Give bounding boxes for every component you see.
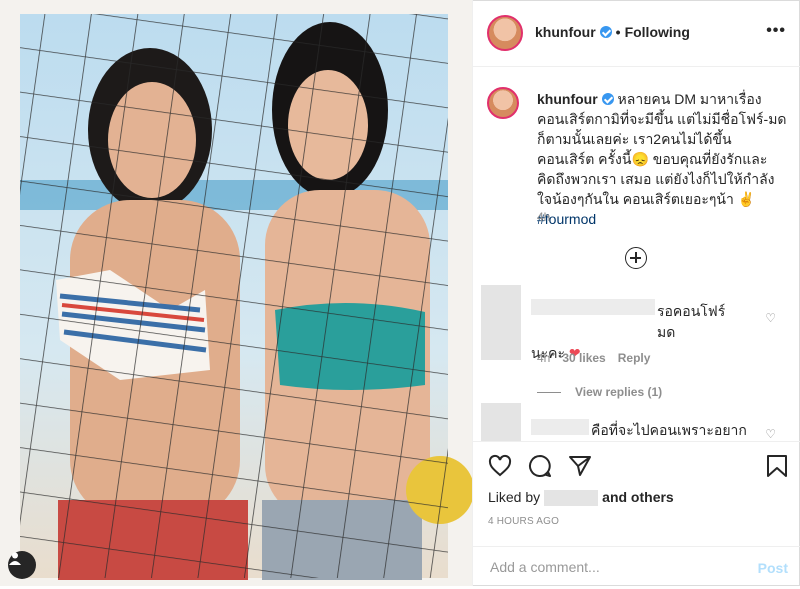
comment-avatar-blurred[interactable] — [481, 403, 521, 441]
following-button[interactable]: Following — [625, 24, 690, 40]
view-replies-label: View replies (1) — [575, 385, 663, 399]
caption-avatar[interactable] — [487, 87, 519, 119]
like-comment-icon[interactable]: ♡ — [765, 311, 776, 325]
photo-illustration — [20, 14, 472, 580]
post-panel: khunfour • Following ••• khunfour หลายคน D… — [472, 0, 800, 586]
comment-time[interactable]: 4h — [537, 351, 550, 365]
username-link[interactable]: khunfour — [535, 24, 596, 40]
liked-by-user-blurred[interactable] — [544, 490, 599, 507]
comment-line-1: รอคอนโฟร์มด — [657, 303, 726, 340]
caption: khunfour หลายคน DM มาหาเรื่อง คอนเสิร์ตก… — [537, 89, 787, 229]
share-direct-icon[interactable] — [568, 454, 592, 478]
view-replies-button[interactable]: View replies (1) — [537, 385, 662, 399]
comment-bubble-icon[interactable] — [528, 454, 552, 478]
comment-text: คือที่จะไปคอนเพราะอยาก — [591, 422, 747, 438]
post-photo[interactable] — [0, 0, 473, 586]
save-bookmark-icon[interactable] — [766, 454, 788, 478]
post-timestamp[interactable]: 4 HOURS AGO — [488, 516, 559, 527]
comment-input[interactable] — [488, 558, 732, 576]
reply-button[interactable]: Reply — [618, 351, 651, 365]
avatar[interactable] — [487, 15, 523, 51]
comment-meta: 4h 30 likes Reply — [537, 351, 650, 365]
liked-by-others[interactable]: and others — [602, 489, 674, 505]
like-comment-icon[interactable]: ♡ — [765, 427, 776, 441]
comment-likes[interactable]: 30 likes — [562, 351, 605, 365]
liked-by-prefix: Liked by — [488, 489, 541, 505]
post-header: khunfour • Following ••• — [472, 0, 800, 67]
like-heart-icon[interactable] — [488, 454, 512, 478]
caption-text: หลายคน DM มาหาเรื่อง คอนเสิร์ตกามิที่จะม… — [537, 91, 787, 207]
comments-list[interactable]: khunfour หลายคน DM มาหาเรื่อง คอนเสิร์ตก… — [472, 67, 800, 441]
post-button[interactable]: Post — [758, 560, 788, 576]
liked-by: Liked by and others — [488, 489, 674, 507]
user-tag-icon[interactable] — [8, 551, 36, 579]
divider-line — [537, 392, 561, 394]
more-options-icon[interactable]: ••• — [766, 22, 786, 40]
verified-badge-icon — [599, 26, 612, 38]
caption-time[interactable]: 4h — [537, 210, 550, 224]
comment-avatar-blurred[interactable] — [481, 285, 521, 360]
verified-badge-icon — [601, 93, 614, 105]
post-actions: Liked by and others 4 HOURS AGO Post — [472, 441, 800, 588]
comment-username-blurred[interactable] — [531, 419, 589, 435]
header-user: khunfour • Following — [535, 24, 690, 40]
load-more-comments-icon[interactable] — [625, 247, 647, 269]
separator-dot: • — [615, 24, 621, 40]
caption-username[interactable]: khunfour — [537, 91, 598, 107]
add-comment-bar: Post — [472, 546, 800, 589]
